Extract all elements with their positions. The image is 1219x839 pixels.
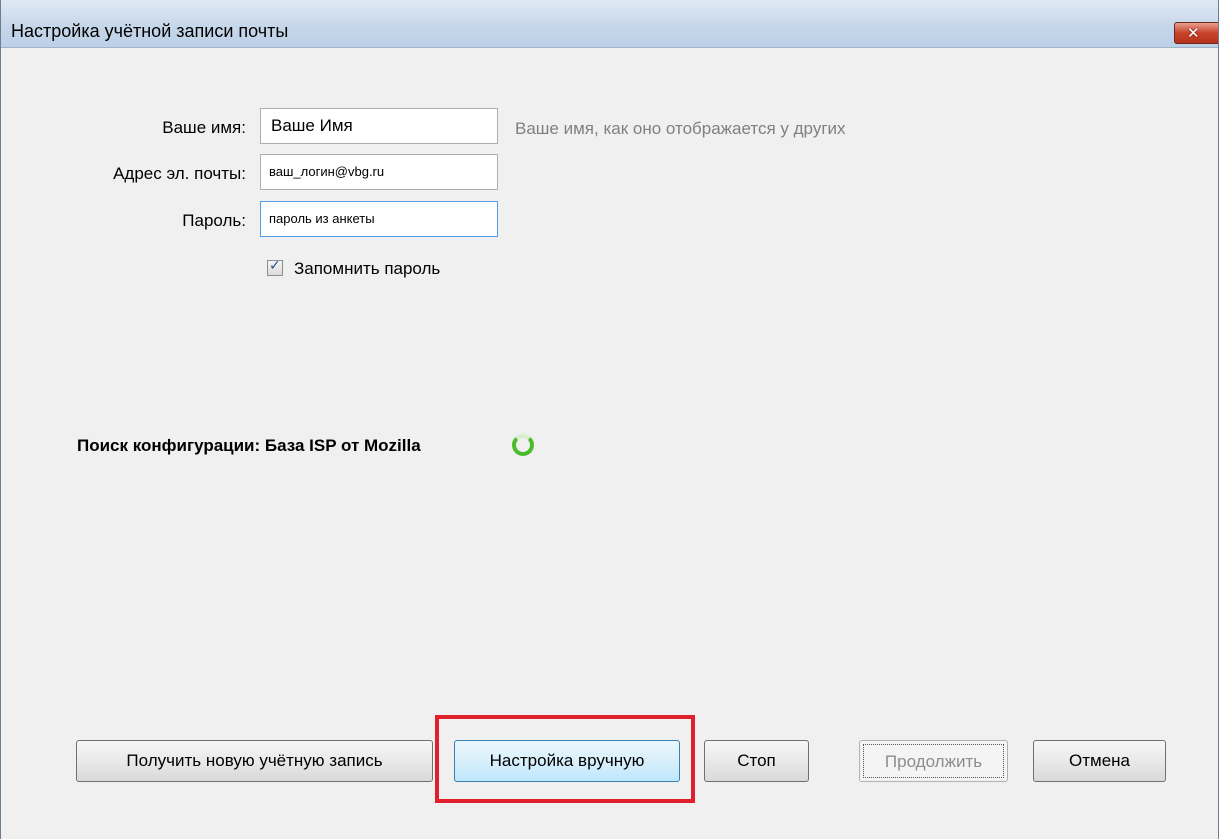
email-label: Адрес эл. почты:	[113, 164, 246, 183]
continue-button[interactable]: Продолжить	[859, 740, 1008, 782]
account-setup-dialog: Настройка учётной записи почты ✕ Ваше им…	[0, 0, 1219, 839]
cancel-button[interactable]: Отмена	[1033, 740, 1166, 782]
stop-button[interactable]: Стоп	[704, 740, 809, 782]
manual-setup-highlight	[435, 715, 695, 803]
close-button[interactable]: ✕	[1174, 22, 1218, 44]
checkmark-icon: ✓	[269, 258, 281, 274]
email-field[interactable]: ваш_логин@vbg.ru	[260, 154, 498, 190]
password-label: Пароль:	[182, 211, 246, 230]
remember-password-label[interactable]: Запомнить пароль	[294, 259, 440, 279]
window-title: Настройка учётной записи почты	[11, 21, 289, 41]
name-field[interactable]: Ваше Имя	[260, 108, 498, 144]
title-bar: Настройка учётной записи почты ✕	[1, 0, 1218, 48]
remember-password-checkbox[interactable]: ✓	[267, 258, 283, 276]
name-label: Ваше имя:	[162, 118, 246, 137]
loading-spinner-icon	[512, 434, 534, 456]
close-icon: ✕	[1187, 24, 1200, 42]
name-hint: Ваше имя, как оно отображается у других	[515, 119, 846, 138]
get-new-account-button[interactable]: Получить новую учётную запись	[76, 740, 433, 782]
continue-button-label: Продолжить	[863, 744, 1004, 778]
password-field[interactable]: пароль из анкеты	[260, 201, 498, 237]
config-search-status: Поиск конфигурации: База ISP от Mozilla	[77, 436, 421, 455]
